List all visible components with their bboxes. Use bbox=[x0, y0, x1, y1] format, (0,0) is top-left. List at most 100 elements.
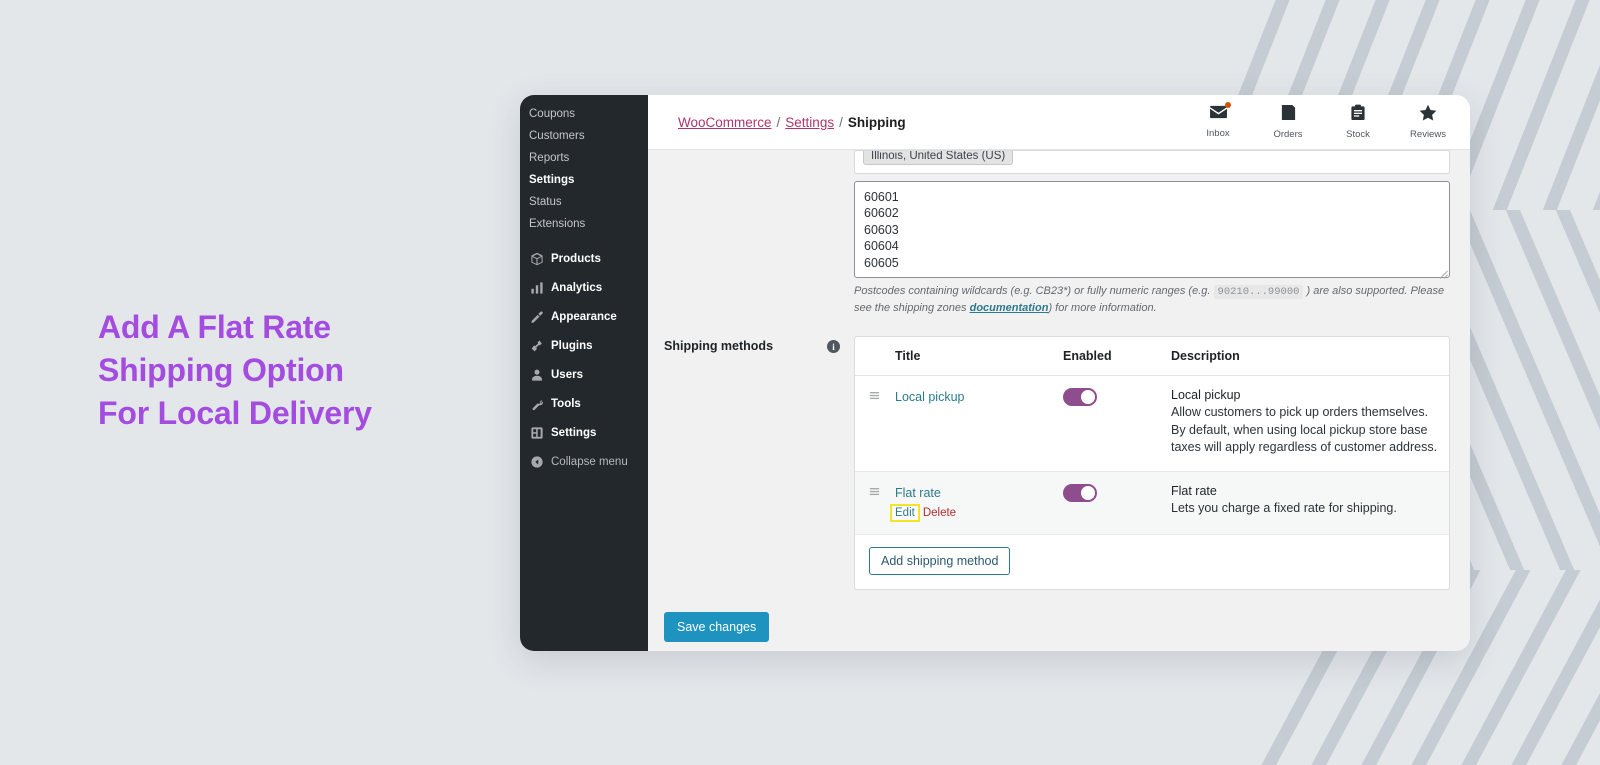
sidebar-item-customers[interactable]: Customers bbox=[520, 125, 648, 147]
toggle-knob bbox=[1081, 485, 1095, 500]
shipping-methods-label-cell: Shipping methods i bbox=[664, 336, 854, 590]
edit-flat-rate-link[interactable]: Edit bbox=[890, 503, 920, 522]
table-row: Local pickup Local pickup Allow customer… bbox=[855, 375, 1449, 472]
plugins-icon bbox=[529, 338, 544, 353]
sidebar-item-appearance[interactable]: Appearance bbox=[520, 302, 648, 331]
column-header-enabled: Enabled bbox=[1063, 337, 1171, 376]
sidebar-item-tools[interactable]: Tools bbox=[520, 389, 648, 418]
sidebar-item-products[interactable]: Products bbox=[520, 244, 648, 273]
sidebar-item-plugins[interactable]: Plugins bbox=[520, 331, 648, 360]
appearance-icon bbox=[529, 309, 544, 324]
delete-flat-rate-link[interactable]: Delete bbox=[923, 507, 956, 519]
zone-postcodes-help: Postcodes containing wildcards (e.g. CB2… bbox=[854, 284, 1450, 316]
drag-handle-icon[interactable] bbox=[869, 485, 880, 501]
header-action-stock[interactable]: Stock bbox=[1338, 104, 1378, 140]
clipboard-icon bbox=[1350, 104, 1366, 126]
enabled-toggle-flat-rate[interactable] bbox=[1063, 483, 1097, 502]
zone-region-tag[interactable]: Illinois, United States (US) bbox=[863, 151, 1014, 165]
breadcrumb: WooCommerce / Settings / Shipping bbox=[678, 115, 906, 130]
table-row: Flat rate Edit Delete Flat rate Lets you… bbox=[855, 471, 1449, 535]
breadcrumb-woocommerce[interactable]: WooCommerce bbox=[678, 115, 772, 130]
analytics-icon bbox=[529, 280, 544, 295]
shipping-methods-row: Shipping methods i Title Enabled Descrip… bbox=[648, 316, 1470, 590]
method-desc-title-local-pickup: Local pickup bbox=[1171, 388, 1241, 402]
settings-icon bbox=[529, 425, 544, 440]
sidebar-item-collapse-menu[interactable]: Collapse menu bbox=[520, 447, 648, 476]
wp-admin-sidebar: Coupons Customers Reports Settings Statu… bbox=[520, 95, 648, 651]
users-icon bbox=[529, 367, 544, 382]
column-header-sort bbox=[855, 337, 895, 376]
headline-line-1: Add A Flat Rate bbox=[98, 309, 331, 345]
app-window: Coupons Customers Reports Settings Statu… bbox=[520, 95, 1470, 651]
enabled-toggle-local-pickup[interactable] bbox=[1063, 388, 1097, 406]
zone-postcodes-textarea[interactable]: 60601 60602 60603 60604 60605 bbox=[854, 181, 1450, 279]
row-title-cell-local-pickup: Local pickup bbox=[895, 375, 1063, 472]
help-text-code: 90210...99000 bbox=[1213, 285, 1304, 299]
add-method-cell: Add shipping method bbox=[855, 534, 1449, 589]
row-actions-flat-rate: Edit Delete bbox=[890, 503, 1053, 522]
settings-body: Illinois, United States (US) 60601 60602… bbox=[648, 150, 1470, 651]
sidebar-item-analytics[interactable]: Analytics bbox=[520, 273, 648, 302]
help-tip-icon[interactable]: i bbox=[827, 340, 840, 353]
shipping-methods-table: Title Enabled Description Local pickup L… bbox=[855, 337, 1449, 589]
documentation-link[interactable]: documentation bbox=[970, 302, 1049, 314]
row-sort-cell-local-pickup bbox=[855, 375, 895, 472]
shipping-methods-tbody: Local pickup Local pickup Allow customer… bbox=[855, 375, 1449, 589]
method-desc-body-flat-rate: Lets you charge a fixed rate for shippin… bbox=[1171, 500, 1397, 515]
sidebar-label-appearance: Appearance bbox=[551, 310, 617, 323]
header-actions: Inbox Orders Stock Reviews bbox=[1198, 102, 1448, 140]
sidebar-label-tools: Tools bbox=[551, 397, 581, 410]
method-title-link-local-pickup[interactable]: Local pickup bbox=[895, 390, 965, 404]
help-text-suffix: ) for more information. bbox=[1048, 301, 1157, 314]
headline-line-2: Shipping Option bbox=[98, 352, 344, 389]
sidebar-item-users[interactable]: Users bbox=[520, 360, 648, 389]
sidebar-divider bbox=[520, 235, 648, 244]
star-icon bbox=[1419, 104, 1437, 126]
inbox-badge-dot bbox=[1224, 102, 1231, 108]
method-title-link-flat-rate[interactable]: Flat rate bbox=[895, 486, 941, 500]
main-content-column: WooCommerce / Settings / Shipping Inbox bbox=[648, 95, 1470, 651]
help-text-prefix: Postcodes containing wildcards (e.g. CB2… bbox=[854, 285, 1211, 297]
shipping-methods-card: Title Enabled Description Local pickup L… bbox=[854, 336, 1450, 590]
collapse-icon bbox=[529, 454, 544, 469]
breadcrumb-current: Shipping bbox=[847, 114, 906, 130]
toggle-knob bbox=[1081, 390, 1095, 404]
drag-handle-icon[interactable] bbox=[869, 389, 880, 405]
header-action-label-inbox: Inbox bbox=[1206, 128, 1230, 139]
sidebar-label-products: Products bbox=[551, 252, 601, 265]
breadcrumb-settings[interactable]: Settings bbox=[785, 115, 834, 130]
sidebar-label-settings: Settings bbox=[551, 426, 597, 439]
document-icon bbox=[1280, 104, 1297, 126]
breadcrumb-sep-2: / bbox=[839, 114, 843, 130]
envelope-icon bbox=[1209, 102, 1231, 125]
save-changes-button[interactable]: Save changes bbox=[664, 611, 770, 642]
header-action-reviews[interactable]: Reviews bbox=[1408, 104, 1448, 140]
zone-postcodes-value: 60601 60602 60603 60604 60605 bbox=[864, 190, 899, 270]
zone-region-field-cell: Illinois, United States (US) 60601 60602… bbox=[854, 150, 1470, 316]
sidebar-label-collapse-menu: Collapse menu bbox=[551, 455, 628, 468]
shipping-methods-label: Shipping methods bbox=[664, 339, 774, 353]
add-shipping-method-button[interactable]: Add shipping method bbox=[869, 546, 1011, 575]
sidebar-item-extensions[interactable]: Extensions bbox=[520, 213, 648, 235]
textarea-resize-handle[interactable] bbox=[1439, 267, 1448, 279]
shipping-methods-thead: Title Enabled Description bbox=[855, 337, 1449, 376]
sidebar-item-coupons[interactable]: Coupons bbox=[520, 103, 648, 125]
sidebar-item-settings-woo[interactable]: Settings bbox=[520, 169, 648, 191]
column-header-description: Description bbox=[1171, 337, 1449, 376]
woocommerce-header: WooCommerce / Settings / Shipping Inbox bbox=[648, 95, 1470, 150]
zone-regions-select[interactable]: Illinois, United States (US) bbox=[854, 150, 1450, 174]
sidebar-label-analytics: Analytics bbox=[551, 281, 603, 294]
column-header-title: Title bbox=[895, 337, 1063, 376]
header-action-orders[interactable]: Orders bbox=[1268, 104, 1308, 140]
row-title-cell-flat-rate: Flat rate Edit Delete bbox=[890, 471, 1063, 535]
zone-region-row: Illinois, United States (US) 60601 60602… bbox=[648, 150, 1470, 316]
header-action-inbox[interactable]: Inbox bbox=[1198, 102, 1238, 140]
row-enabled-cell-local-pickup bbox=[1063, 375, 1171, 472]
tools-icon bbox=[529, 396, 544, 411]
sidebar-item-reports[interactable]: Reports bbox=[520, 147, 648, 169]
sidebar-item-settings[interactable]: Settings bbox=[520, 418, 648, 447]
header-action-label-orders: Orders bbox=[1273, 129, 1303, 140]
sidebar-label-users: Users bbox=[551, 368, 583, 381]
add-method-row: Add shipping method bbox=[855, 534, 1449, 589]
sidebar-item-status[interactable]: Status bbox=[520, 191, 648, 213]
